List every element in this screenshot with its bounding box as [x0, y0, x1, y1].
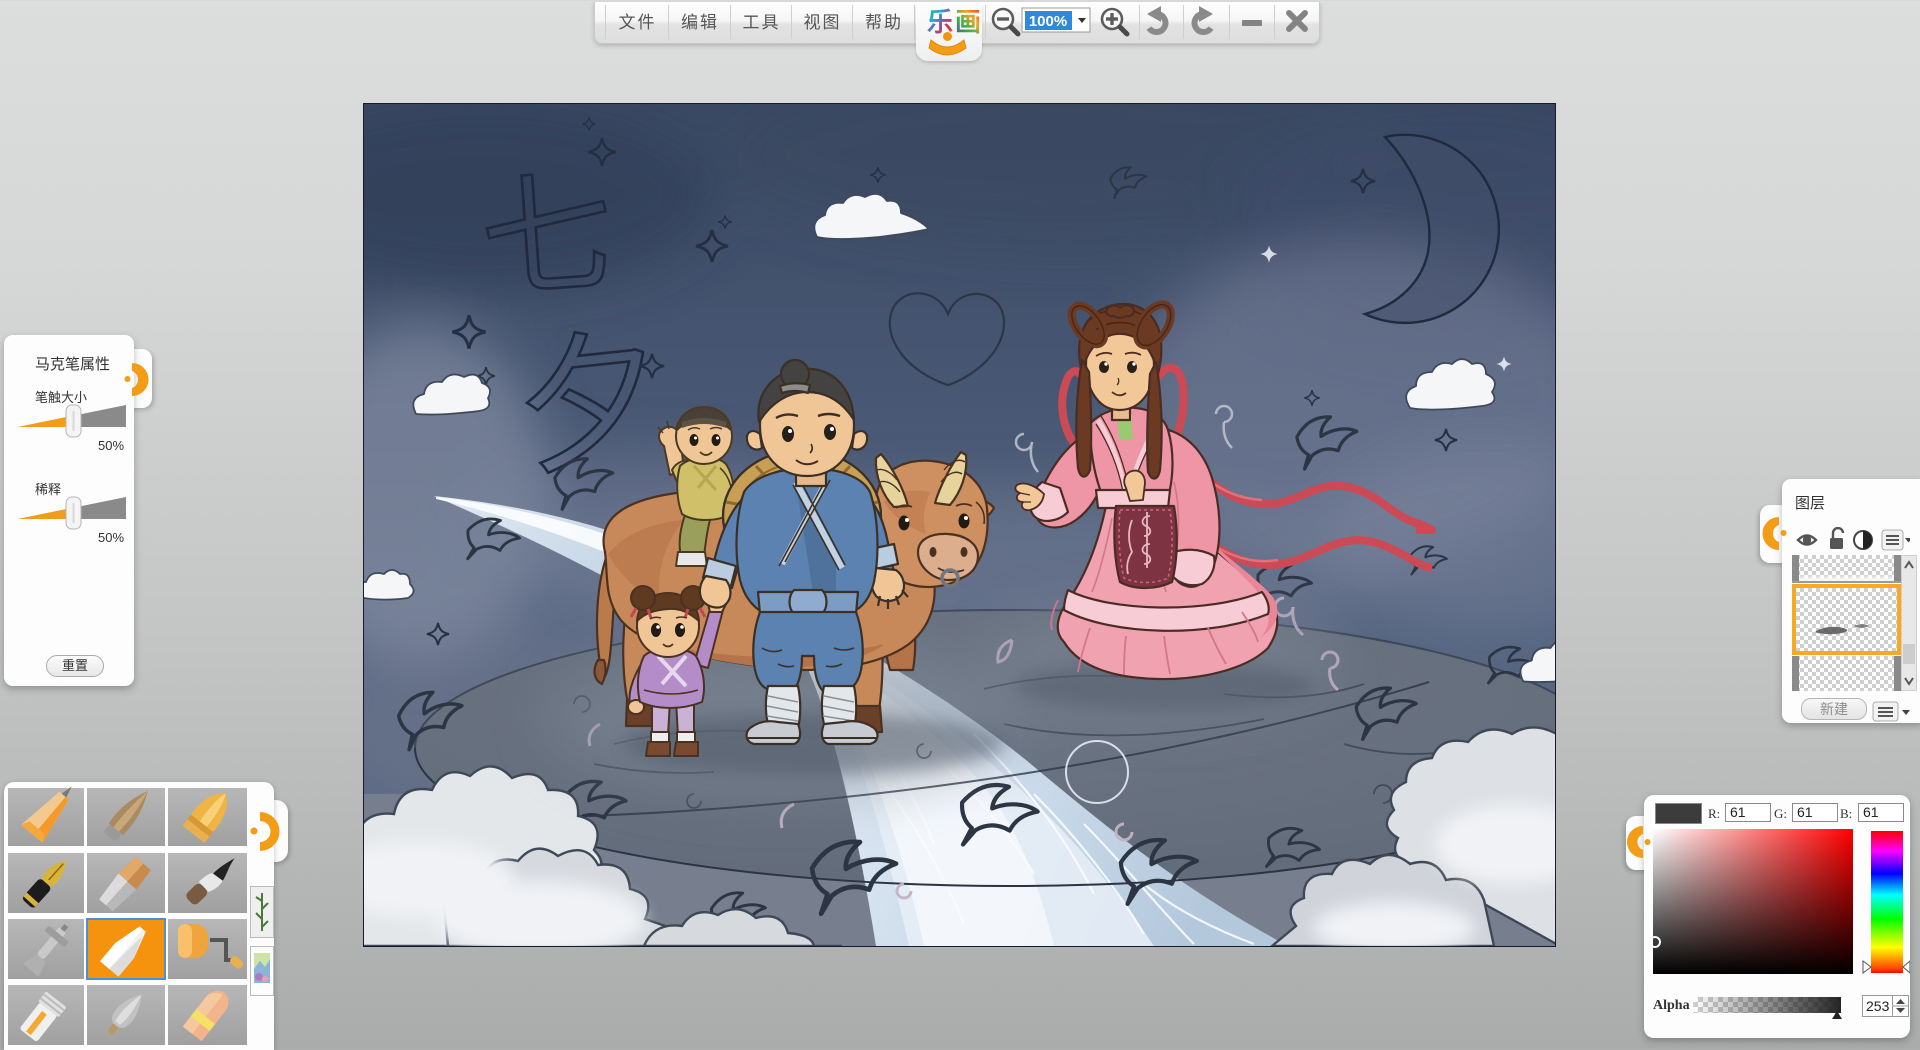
- svg-text:夕: 夕: [508, 317, 672, 496]
- svg-text:100%: 100%: [1029, 13, 1067, 30]
- svg-text:画: 画: [955, 7, 981, 37]
- svg-text:七: 七: [476, 160, 618, 316]
